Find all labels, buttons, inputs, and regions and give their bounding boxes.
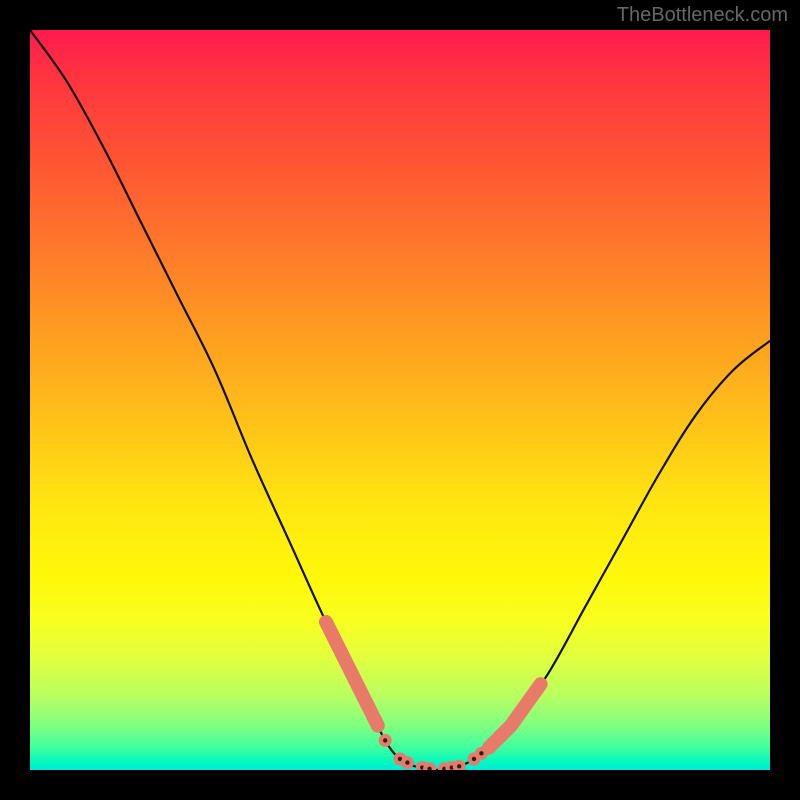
highlight-group xyxy=(326,622,541,748)
marker-dot-center xyxy=(472,757,476,761)
bottleneck-curve xyxy=(30,30,770,770)
plot-area xyxy=(30,30,770,770)
highlight-segment xyxy=(326,622,378,726)
curve-group xyxy=(30,30,770,770)
marker-dot-center xyxy=(405,760,409,764)
highlight-segment xyxy=(489,684,541,748)
chart-container: TheBottleneck.com xyxy=(0,0,800,800)
marker-dot-center xyxy=(479,751,483,755)
marker-dot-center xyxy=(383,738,387,742)
watermark-text: TheBottleneck.com xyxy=(617,4,788,27)
curve-svg xyxy=(30,30,770,770)
marker-dot-center xyxy=(457,764,461,768)
marker-group xyxy=(379,734,488,770)
